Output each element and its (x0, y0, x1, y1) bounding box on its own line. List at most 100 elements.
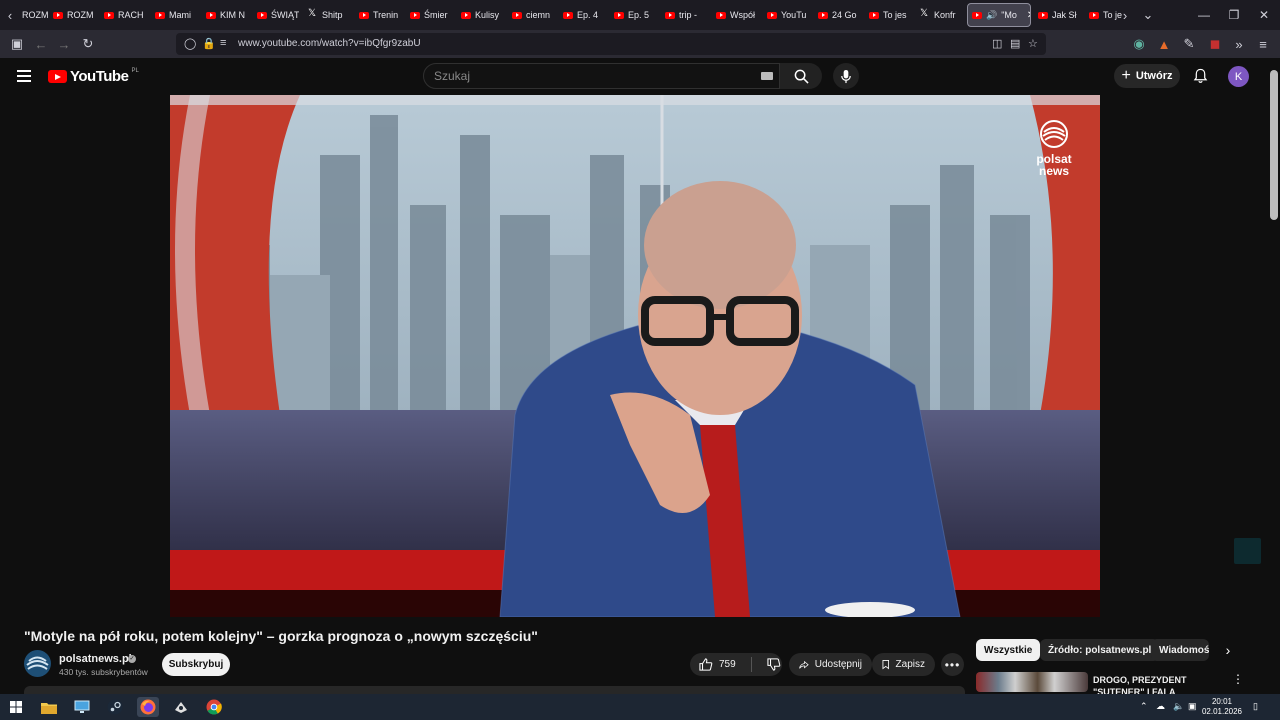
scrollbar-thumb[interactable] (1270, 70, 1278, 220)
more-actions-button[interactable]: ••• (941, 653, 964, 676)
browser-tab[interactable]: Współ (712, 3, 758, 27)
restore-icon[interactable]: ❐ (1218, 0, 1250, 30)
search-button[interactable] (780, 63, 822, 89)
browser-tab[interactable]: 24 Go (814, 3, 860, 27)
youtube-favicon-icon (206, 11, 216, 19)
file-explorer-icon[interactable] (38, 697, 60, 717)
tab-label: KIM N (220, 10, 246, 20)
reader-view-icon[interactable]: ▤ (1010, 37, 1020, 50)
back-icon[interactable]: ← (32, 35, 50, 53)
minimize-icon[interactable]: — (1188, 0, 1220, 30)
tray-overflow-icon[interactable]: ⌃ (1140, 701, 1148, 712)
tab-audio-icon[interactable]: 🔊 (986, 10, 997, 21)
video-frame (170, 95, 1100, 617)
chevron-right-icon[interactable]: › (1218, 640, 1238, 660)
search-icon (794, 69, 809, 84)
dislike-button[interactable] (758, 653, 781, 676)
recommendation-thumbnail[interactable] (976, 672, 1088, 692)
steam-icon[interactable] (104, 697, 126, 717)
share-button[interactable]: Udostępnij (789, 653, 872, 676)
address-bar[interactable]: ◯ 🔒 ≡ www.youtube.com/watch?v=ibQfgr9zab… (176, 33, 1046, 55)
browser-tab[interactable]: ROZM (49, 3, 95, 27)
page-scrollbar[interactable] (1268, 58, 1280, 692)
url-text[interactable]: www.youtube.com/watch?v=ibQfgr9zabU (238, 38, 421, 49)
extension-fox-icon[interactable]: ▲ (1155, 35, 1173, 53)
subscribe-button[interactable]: Subskrybuj (162, 653, 230, 676)
browser-tab[interactable]: Ep. 5 (610, 3, 656, 27)
browser-tab[interactable]: trip - (661, 3, 707, 27)
browser-tab[interactable]: ciemn (508, 3, 554, 27)
channel-avatar[interactable] (24, 650, 51, 677)
volume-icon[interactable]: 🔈 (1173, 701, 1184, 712)
reload-icon[interactable]: ↻ (79, 35, 97, 53)
browser-tab[interactable]: Jak Sł (1034, 3, 1080, 27)
browser-tab[interactable]: RACH (100, 3, 146, 27)
gaming-app-icon[interactable] (170, 697, 192, 717)
share-arrow-icon (799, 660, 809, 669)
overflow-menu-icon[interactable]: » (1230, 35, 1248, 53)
bookmark-icon (882, 660, 890, 670)
browser-tab[interactable]: Kulisy (457, 3, 503, 27)
notifications-button[interactable] (1190, 66, 1210, 86)
youtube-favicon-icon (53, 11, 63, 19)
save-button[interactable]: Zapisz (872, 653, 935, 676)
tabs-scroll-right-icon[interactable]: › (1115, 0, 1135, 30)
extension-shield-icon[interactable]: ◉ (1130, 35, 1148, 53)
bookmark-star-icon[interactable]: ☆ (1028, 37, 1038, 50)
chip-source[interactable]: Źródło: polsatnews.pl (1040, 639, 1160, 661)
voice-search-button[interactable] (833, 63, 859, 89)
tab-close-icon[interactable]: ✕ (1027, 10, 1030, 21)
region-code: PL (131, 67, 139, 74)
browser-tab[interactable]: Mami (151, 3, 197, 27)
browser-tab[interactable]: To jes (865, 3, 911, 27)
tab-label: Ep. 5 (628, 10, 650, 20)
onedrive-icon[interactable]: ☁ (1156, 701, 1165, 712)
browser-tab[interactable]: Trenin (355, 3, 401, 27)
forward-icon[interactable]: → (55, 35, 73, 53)
youtube-logo[interactable]: YouTube PL (48, 68, 139, 85)
youtube-favicon-icon (767, 11, 777, 19)
lock-icon[interactable]: 🔒 (202, 37, 216, 50)
system-clock[interactable]: 20:01 02.01.2026 (1200, 697, 1244, 717)
monitor-app-icon[interactable] (71, 697, 93, 717)
browser-tab[interactable]: ŚWIĄT (253, 3, 299, 27)
windows-start-icon[interactable] (5, 697, 27, 717)
like-separator (750, 657, 752, 672)
browser-tab[interactable]: Ep. 4 (559, 3, 605, 27)
chip-all[interactable]: Wszystkie (976, 639, 1041, 661)
channel-watermark-icon[interactable] (1234, 538, 1261, 564)
like-button[interactable]: 759 (690, 653, 745, 676)
tabs-scroll-left-icon[interactable]: ‹ (0, 0, 20, 30)
tracking-protection-icon[interactable]: ◯ (184, 37, 196, 50)
create-button[interactable]: + Utwórz (1114, 64, 1180, 88)
search-input[interactable] (434, 69, 734, 83)
browser-tab[interactable]: Śmier (406, 3, 452, 27)
close-window-icon[interactable]: ✕ (1248, 0, 1280, 30)
network-icon[interactable]: ▣ (1188, 701, 1197, 712)
browser-tab[interactable]: KIM N (202, 3, 248, 27)
permissions-icon[interactable]: ≡ (220, 37, 226, 49)
app-menu-icon[interactable]: ≡ (1254, 35, 1272, 53)
keyboard-icon[interactable] (761, 72, 773, 80)
recommendation-menu-icon[interactable]: ⋮ (1232, 672, 1244, 690)
browser-tab[interactable]: YouTu (763, 3, 809, 27)
firefox-icon[interactable] (137, 697, 159, 717)
notification-center-icon[interactable]: ▯ (1253, 701, 1258, 712)
chrome-icon[interactable] (203, 697, 225, 717)
hamburger-menu-icon[interactable] (17, 70, 31, 82)
picture-in-picture-icon[interactable]: ◫ (992, 37, 1002, 50)
tab-list-dropdown-icon[interactable]: ⌄ (1138, 0, 1158, 30)
sidebar-toggle-icon[interactable]: ▣ (8, 35, 26, 53)
video-player[interactable] (170, 95, 1100, 617)
browser-tab[interactable]: Konfr (916, 3, 962, 27)
browser-tab[interactable]: Shitp (304, 3, 350, 27)
chip-news[interactable]: Wiadomości (1151, 639, 1209, 661)
youtube-play-icon (48, 70, 67, 83)
extension-ublock-icon[interactable]: ◼ (1206, 35, 1224, 53)
browser-tab-active[interactable]: 🔊 "Mo ✕ (967, 3, 1031, 27)
description-box[interactable] (24, 686, 965, 694)
polsat-sun-icon (1040, 120, 1068, 148)
extensions-icon[interactable]: ✎ (1180, 35, 1198, 53)
channel-name[interactable]: polsatnews.pl (59, 653, 132, 665)
account-avatar[interactable]: K (1228, 66, 1249, 87)
